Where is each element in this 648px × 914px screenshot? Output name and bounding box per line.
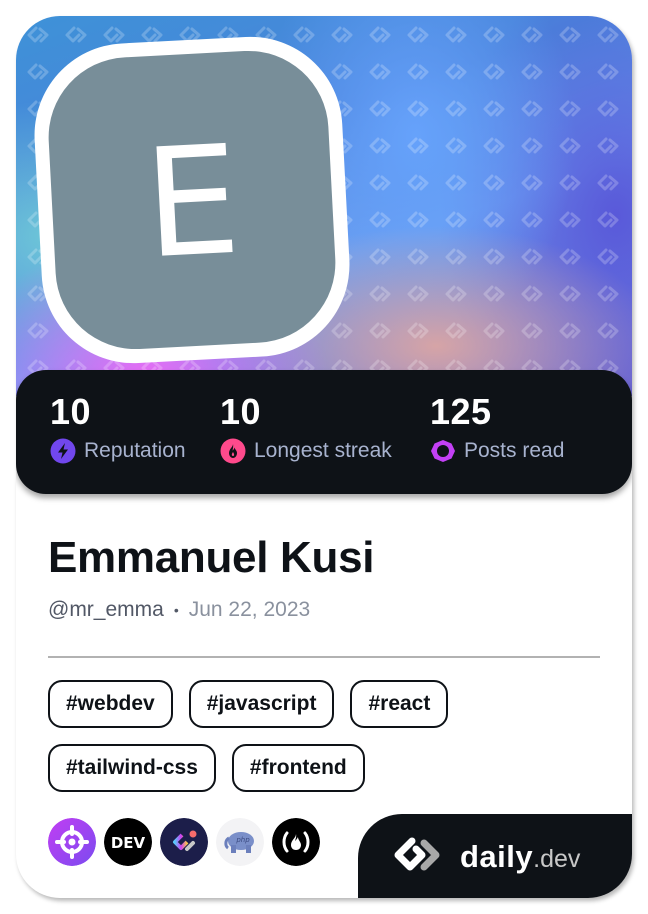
avatar-initial: E — [140, 113, 245, 293]
freecodecamp-source-icon[interactable] — [272, 818, 320, 866]
crosshair-source-icon[interactable] — [48, 818, 96, 866]
join-date: Jun 22, 2023 — [188, 598, 311, 621]
tags-list: #webdev #javascript #react #tailwind-css… — [48, 680, 608, 808]
svg-text:php: php — [235, 836, 250, 844]
dailydev-branding: daily .dev — [358, 814, 632, 898]
ring-icon — [431, 440, 455, 462]
sources-list: DEV php — [48, 818, 328, 866]
stat-posts-read: 125 Posts read — [430, 392, 564, 464]
profile-info: Emmanuel Kusi @mr_emma • Jun 22, 2023 #w… — [48, 532, 600, 808]
tag-frontend[interactable]: #frontend — [231, 744, 365, 792]
dailydev-logo-icon — [394, 837, 440, 871]
php-source-icon[interactable]: php — [216, 818, 264, 866]
stat-value: 10 — [50, 391, 92, 432]
user-name: Emmanuel Kusi — [48, 533, 375, 582]
avatar-frame: E — [29, 32, 355, 368]
dailydev-community-source-icon[interactable] — [160, 818, 208, 866]
svg-text:DEV: DEV — [111, 834, 146, 852]
brand-tld: .dev — [533, 844, 581, 873]
stats-bar: 10 Reputation 10 Longest streak 125 Post… — [16, 370, 632, 494]
username[interactable]: @mr_emma — [48, 596, 164, 624]
stat-longest-streak: 10 Longest streak — [220, 392, 392, 464]
cover-background: E — [16, 16, 632, 396]
stat-value: 125 — [430, 391, 492, 432]
meta-separator: • — [173, 602, 179, 618]
tag-webdev[interactable]: #webdev — [48, 680, 173, 728]
stat-value: 10 — [220, 391, 262, 432]
stat-reputation: 10 Reputation — [50, 392, 186, 464]
dev-source-icon[interactable]: DEV — [104, 818, 152, 866]
user-meta: @mr_emma • Jun 22, 2023 — [48, 596, 600, 624]
stat-label: Posts read — [464, 439, 565, 462]
lightning-icon — [50, 438, 76, 464]
stat-label: Longest streak — [254, 439, 392, 462]
tag-javascript[interactable]: #javascript — [188, 680, 335, 728]
tag-react[interactable]: #react — [350, 680, 449, 728]
flame-icon — [220, 438, 246, 464]
stat-label: Reputation — [84, 439, 186, 462]
brand-word: daily — [460, 838, 534, 874]
avatar[interactable]: E — [44, 46, 340, 354]
tag-tailwind-css[interactable]: #tailwind-css — [48, 744, 216, 792]
devcard: E 10 Reputation 10 Longest streak 125 Po… — [16, 16, 632, 898]
divider — [48, 656, 600, 658]
